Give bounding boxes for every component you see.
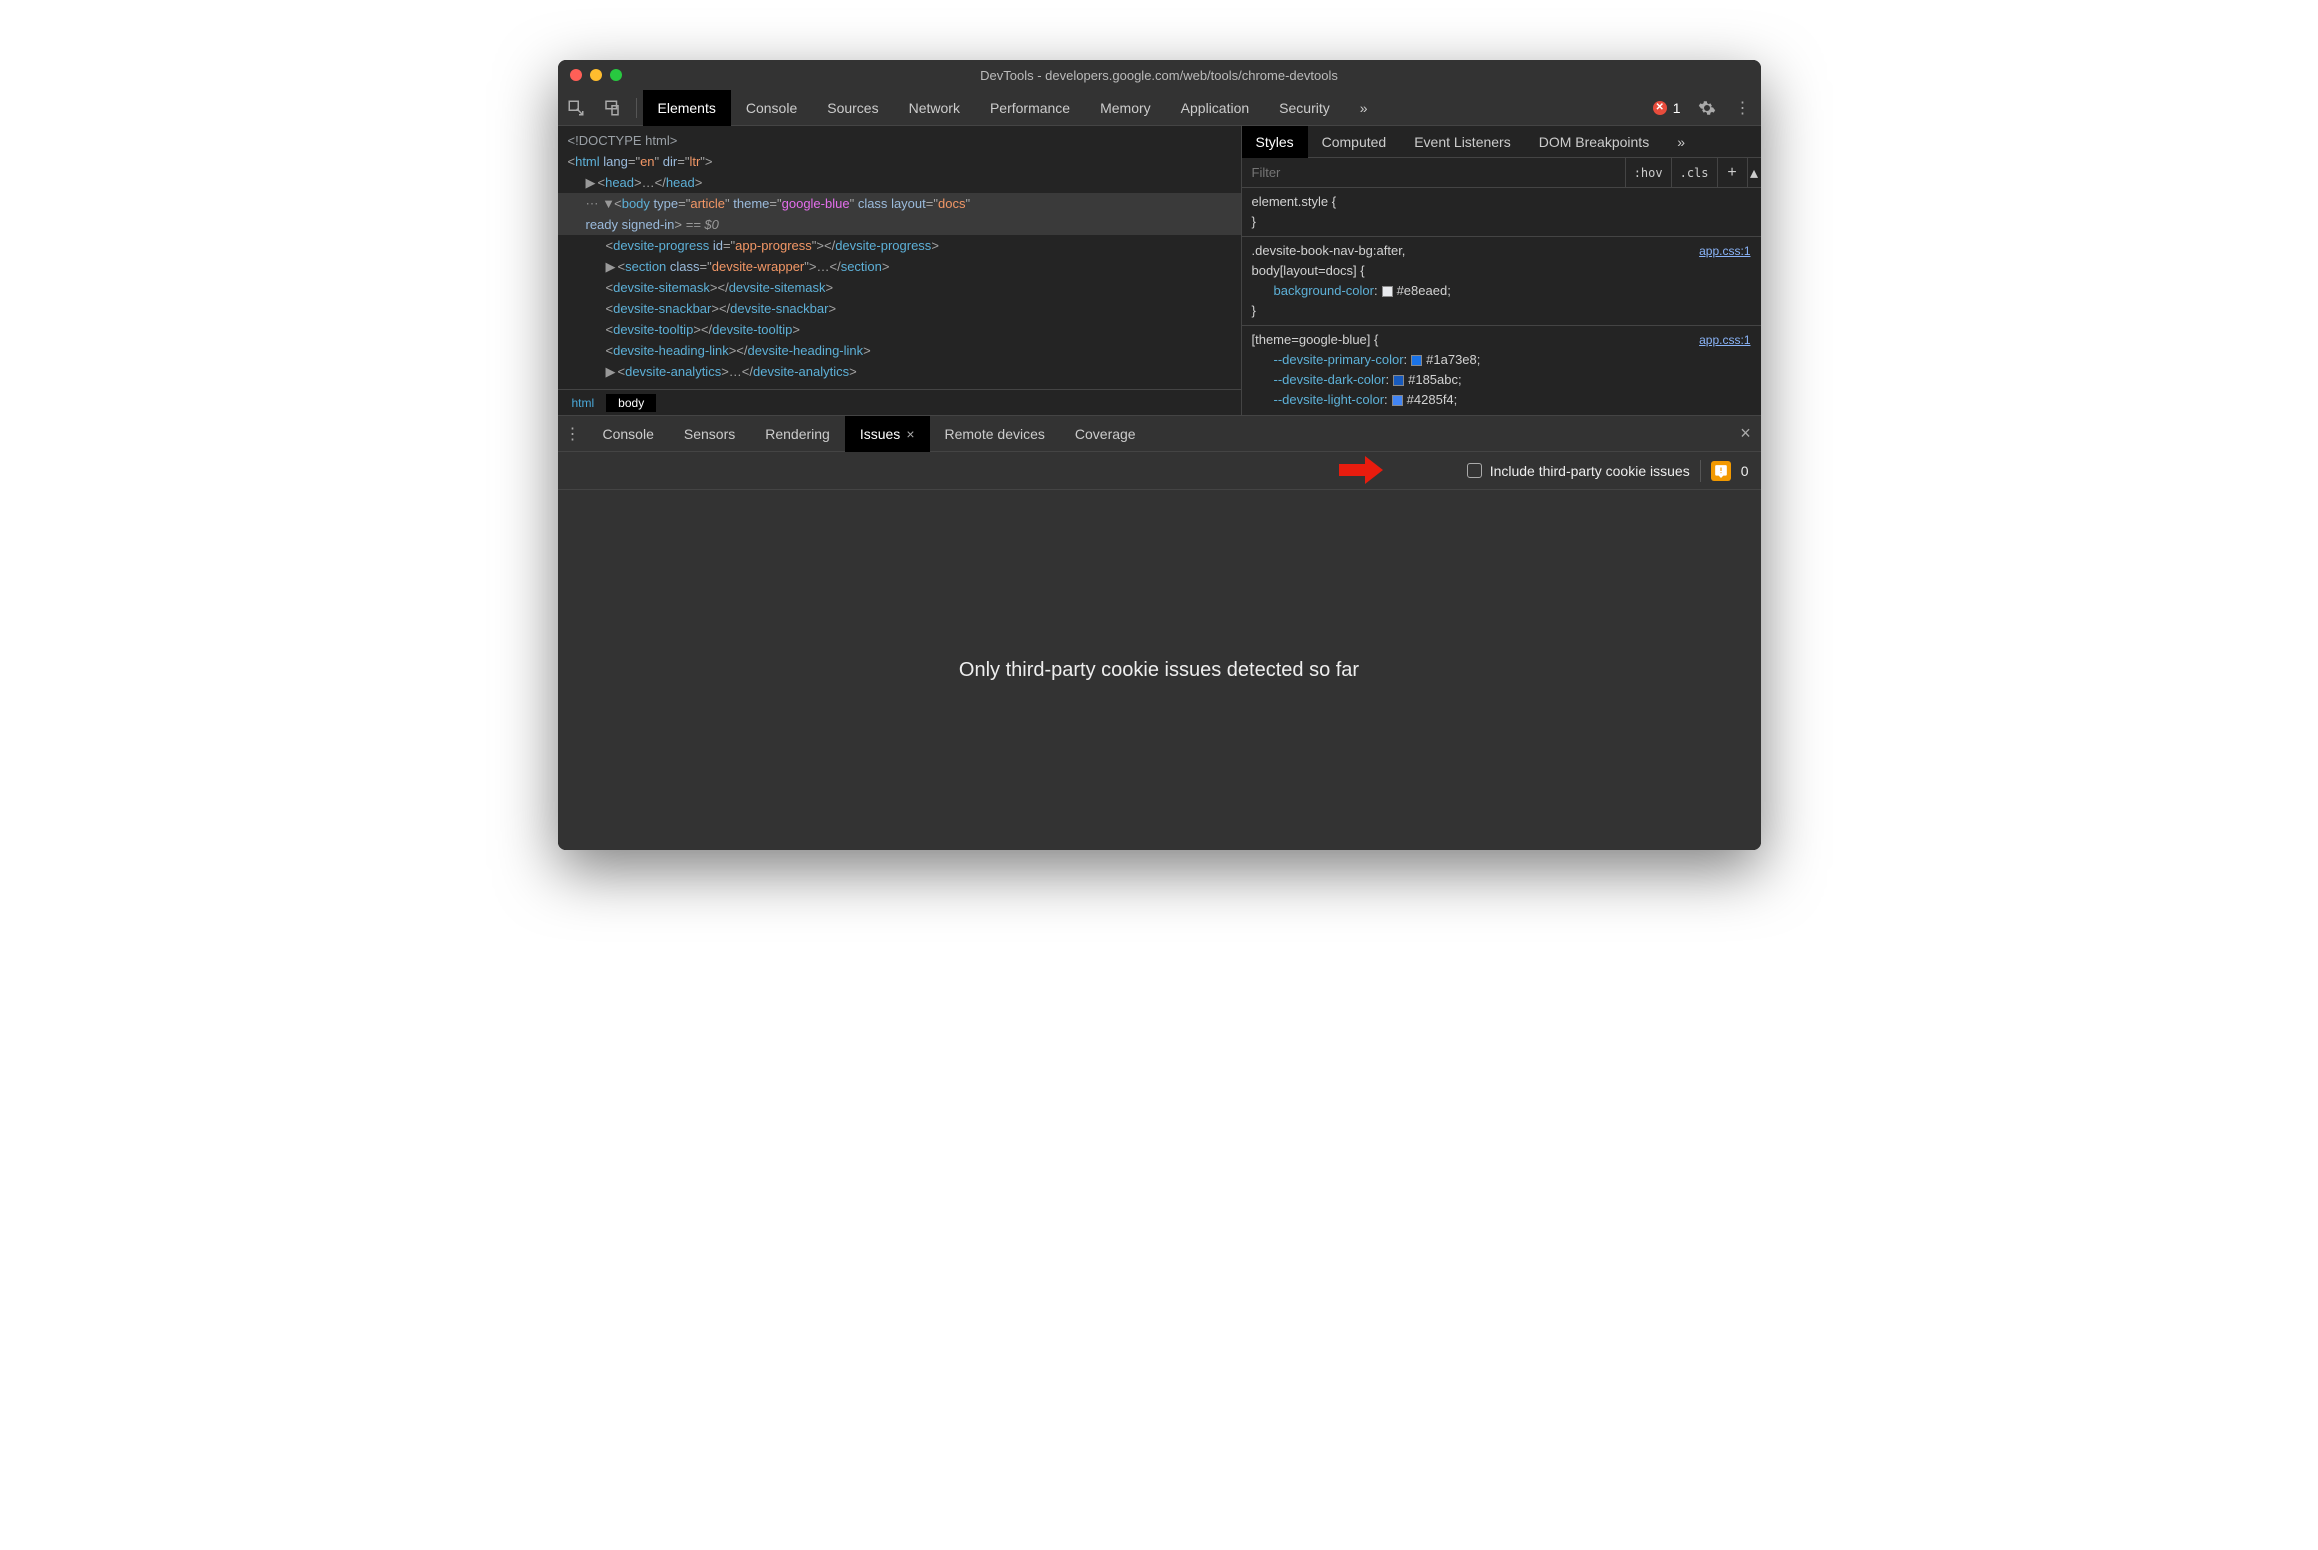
titlebar: DevTools - developers.google.com/web/too… — [558, 60, 1761, 90]
tab-network[interactable]: Network — [894, 90, 975, 126]
tab-elements[interactable]: Elements — [643, 90, 731, 126]
style-rule: app.css:1 [theme=google-blue] { --devsit… — [1242, 326, 1761, 414]
dom-line: ▶<devsite-analytics>…</devsite-analytics… — [558, 361, 1241, 382]
checkbox-label: Include third-party cookie issues — [1490, 463, 1690, 479]
kebab-menu-icon[interactable]: ⋮ — [1725, 90, 1761, 126]
checkbox-icon[interactable] — [1467, 463, 1482, 478]
devtools-window: DevTools - developers.google.com/web/too… — [558, 60, 1761, 850]
subtab-styles[interactable]: Styles — [1242, 126, 1308, 158]
styles-filter-row: :hov .cls + ▴ — [1242, 158, 1761, 188]
tab-console[interactable]: Console — [731, 90, 812, 126]
tab-sources[interactable]: Sources — [812, 90, 893, 126]
issues-count: 0 — [1741, 463, 1749, 479]
subtab-computed[interactable]: Computed — [1308, 126, 1401, 158]
minimize-window[interactable] — [590, 69, 602, 81]
window-title: DevTools - developers.google.com/web/too… — [558, 68, 1761, 83]
tab-application[interactable]: Application — [1166, 90, 1265, 126]
subtab-overflow[interactable]: » — [1663, 126, 1699, 158]
styles-rules[interactable]: element.style { } app.css:1 .devsite-boo… — [1242, 188, 1761, 415]
tab-performance[interactable]: Performance — [975, 90, 1085, 126]
drawer: ⋮ Console Sensors Rendering Issues× Remo… — [558, 416, 1761, 850]
issues-empty-message: Only third-party cookie issues detected … — [959, 659, 1359, 682]
dom-line: <devsite-heading-link></devsite-heading-… — [558, 340, 1241, 361]
drawer-tab-coverage[interactable]: Coverage — [1060, 416, 1151, 452]
hov-toggle[interactable]: :hov — [1625, 158, 1671, 188]
dom-line: ▶<head>…</head> — [558, 172, 1241, 193]
dom-line-selected: ⋯ ▼<body type="article" theme="google-bl… — [558, 193, 1241, 214]
style-rule: element.style { } — [1242, 188, 1761, 237]
subtab-dombp[interactable]: DOM Breakpoints — [1525, 126, 1663, 158]
rule-source-link[interactable]: app.css:1 — [1699, 330, 1750, 350]
error-badge[interactable]: ✕ 1 — [1653, 100, 1681, 116]
dom-line: <devsite-tooltip></devsite-tooltip> — [558, 319, 1241, 340]
dom-line: <devsite-sitemask></devsite-sitemask> — [558, 277, 1241, 298]
maximize-window[interactable] — [610, 69, 622, 81]
dom-line: <!DOCTYPE html> — [558, 130, 1241, 151]
dom-line: ▶<section class="devsite-wrapper">…</sec… — [558, 256, 1241, 277]
dom-line: <devsite-progress id="app-progress"></de… — [558, 235, 1241, 256]
crumb-body[interactable]: body — [606, 394, 656, 412]
drawer-tab-sensors[interactable]: Sensors — [669, 416, 750, 452]
inspect-element-icon[interactable] — [558, 90, 594, 126]
gear-icon[interactable] — [1689, 90, 1725, 126]
tab-overflow[interactable]: » — [1345, 90, 1383, 126]
annotation-arrow — [1339, 454, 1383, 491]
styles-panel: Styles Computed Event Listeners DOM Brea… — [1241, 126, 1761, 415]
issues-warning-icon[interactable] — [1711, 461, 1731, 481]
drawer-tabbar: ⋮ Console Sensors Rendering Issues× Remo… — [558, 416, 1761, 452]
dom-tree[interactable]: <!DOCTYPE html> <html lang="en" dir="ltr… — [558, 126, 1241, 389]
error-icon: ✕ — [1653, 101, 1667, 115]
dom-line: <html lang="en" dir="ltr"> — [558, 151, 1241, 172]
styles-filter-input[interactable] — [1242, 165, 1625, 180]
device-toggle-icon[interactable] — [594, 90, 630, 126]
drawer-tab-remote[interactable]: Remote devices — [930, 416, 1060, 452]
issues-body: Only third-party cookie issues detected … — [558, 490, 1761, 850]
style-rule: app.css:1 .devsite-book-nav-bg:after,bod… — [1242, 237, 1761, 326]
cls-toggle[interactable]: .cls — [1671, 158, 1717, 188]
drawer-close-icon[interactable]: × — [1731, 423, 1761, 444]
new-rule-icon[interactable]: + — [1717, 158, 1747, 188]
drawer-tab-console[interactable]: Console — [588, 416, 669, 452]
close-tab-icon[interactable]: × — [906, 426, 914, 442]
third-party-checkbox[interactable]: Include third-party cookie issues — [1467, 463, 1690, 479]
drawer-menu-icon[interactable]: ⋮ — [558, 424, 588, 444]
drawer-tab-rendering[interactable]: Rendering — [750, 416, 845, 452]
tab-memory[interactable]: Memory — [1085, 90, 1166, 126]
close-window[interactable] — [570, 69, 582, 81]
styles-tabbar: Styles Computed Event Listeners DOM Brea… — [1242, 126, 1761, 158]
issues-toolbar: Include third-party cookie issues 0 — [558, 452, 1761, 490]
separator — [636, 98, 637, 118]
drawer-tab-issues[interactable]: Issues× — [845, 416, 930, 452]
traffic-lights — [570, 69, 622, 81]
rule-source-link[interactable]: app.css:1 — [1699, 241, 1750, 261]
main-tabbar: Elements Console Sources Network Perform… — [558, 90, 1761, 126]
dom-line-selected: ready signed-in> == $0 — [558, 214, 1241, 235]
breadcrumb: html body — [558, 389, 1241, 415]
elements-panel: <!DOCTYPE html> <html lang="en" dir="ltr… — [558, 126, 1241, 415]
error-count: 1 — [1673, 100, 1681, 116]
tab-security[interactable]: Security — [1264, 90, 1345, 126]
subtab-listeners[interactable]: Event Listeners — [1400, 126, 1525, 158]
dom-line: <devsite-snackbar></devsite-snackbar> — [558, 298, 1241, 319]
styles-scrollbar[interactable]: ▴ — [1747, 158, 1761, 188]
crumb-html[interactable]: html — [560, 394, 607, 412]
